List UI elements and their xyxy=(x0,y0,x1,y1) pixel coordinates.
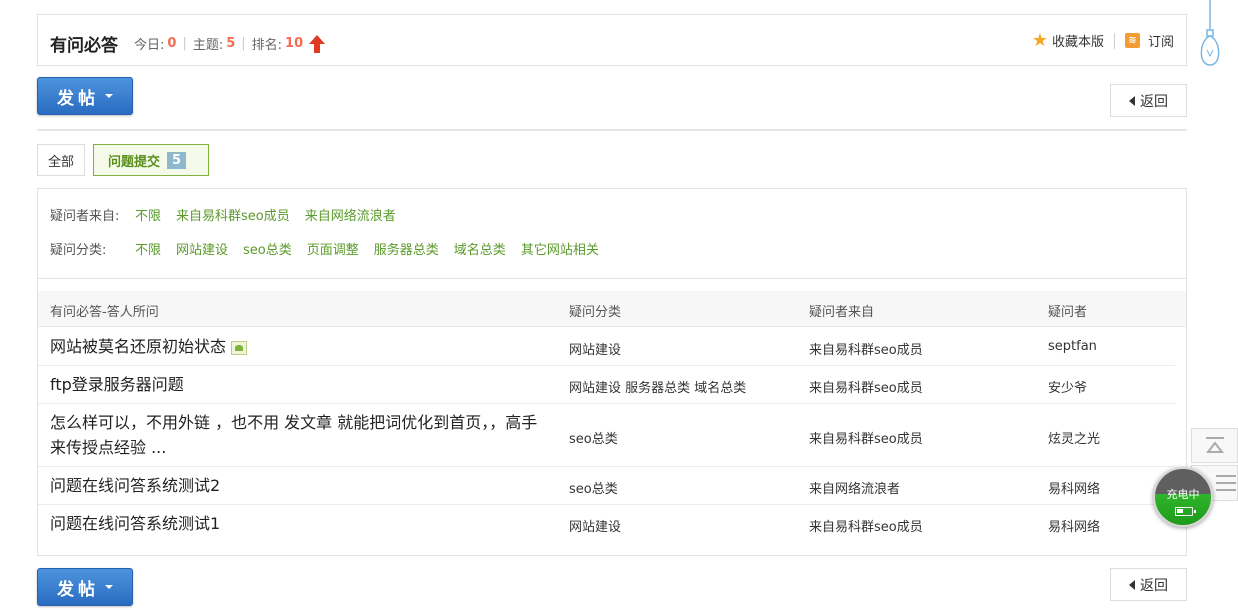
thread-title-link[interactable]: 问题在线问答系统测试1 xyxy=(50,511,220,536)
list-icon xyxy=(1216,475,1236,491)
tab-question-submit[interactable]: 问题提交 5 xyxy=(93,144,209,176)
today-count: 0 xyxy=(167,36,177,51)
thread-author[interactable]: 安少爷 xyxy=(1048,377,1087,396)
new-post-button[interactable]: 发帖 xyxy=(37,77,133,115)
thread-title-link[interactable]: 问题在线问答系统测试2 xyxy=(50,473,220,498)
table-row: 怎么样可以，不用外链 ，也不用 发文章 就能把词优化到首页，，高手来传授点经验 … xyxy=(38,404,1175,467)
header-category: 疑问分类 xyxy=(569,305,622,320)
source-filter-label: 疑问者来自: xyxy=(50,209,120,224)
table-row: 问题在线问答系统测试2 seo总类 来自网络流浪者 易科网络 xyxy=(38,467,1175,505)
topics-label: 主题: xyxy=(192,38,224,53)
new-post-label: 发帖 xyxy=(57,579,99,600)
thread-author[interactable]: 炫灵之光 xyxy=(1048,428,1100,447)
scroll-to-top-button[interactable] xyxy=(1191,428,1238,463)
tab-all-label: 全部 xyxy=(47,154,74,170)
thread-list-panel: 疑问者来自: 不限 来自易科群seo成员 来自网络流浪者 疑问分类: 不限 网站… xyxy=(37,188,1187,556)
category-filter-option[interactable]: 域名总类 xyxy=(454,239,506,258)
category-filter-option[interactable]: 不限 xyxy=(135,239,161,258)
new-post-label: 发帖 xyxy=(57,88,99,109)
actions-divider xyxy=(1113,32,1115,49)
source-filter-option[interactable]: 来自易科群seo成员 xyxy=(176,205,290,224)
tab-qa-count-badge: 5 xyxy=(167,151,187,169)
rss-icon: ≋ xyxy=(1124,33,1140,48)
tab-all[interactable]: 全部 xyxy=(37,144,85,176)
category-filter-option[interactable]: 服务器总类 xyxy=(374,239,439,258)
thread-title-link[interactable]: 怎么样可以，不用外链 ，也不用 发文章 就能把词优化到首页，，高手来传授点经验 … xyxy=(50,410,540,460)
category-filter-label: 疑问分类: xyxy=(50,243,107,258)
image-attachment-icon xyxy=(231,340,248,355)
chevron-down-icon xyxy=(105,585,113,589)
rank-value: 10 xyxy=(285,36,304,51)
back-arrow-icon xyxy=(1129,579,1135,590)
thread-title-link[interactable]: ftp登录服务器问题 xyxy=(50,372,184,397)
stats-divider: | xyxy=(182,36,187,51)
thread-source: 来自网络流浪者 xyxy=(809,482,901,497)
thread-source: 来自易科群seo成员 xyxy=(809,520,923,535)
header-subject: 有问必答-答人所问 xyxy=(50,305,159,320)
topics-count: 5 xyxy=(226,36,236,51)
category-filter-option[interactable]: 其它网站相关 xyxy=(521,239,599,258)
category-filter-row: 疑问分类: 不限 网站建设 seo总类 页面调整 服务器总类 域名总类 其它网站… xyxy=(50,239,614,258)
thread-source: 来自易科群seo成员 xyxy=(809,343,923,358)
table-row: ftp登录服务器问题 网站建设 服务器总类 域名总类 来自易科群seo成员 安少… xyxy=(38,366,1175,404)
back-arrow-icon xyxy=(1129,95,1135,106)
rank-up-arrow-icon xyxy=(309,34,326,53)
back-label: 返回 xyxy=(1140,93,1168,110)
thread-category[interactable]: seo总类 xyxy=(569,428,618,447)
back-label: 返回 xyxy=(1140,577,1168,594)
category-filter-option[interactable]: 页面调整 xyxy=(307,239,359,258)
table-header: 有问必答-答人所问 疑问分类 疑问者来自 疑问者 xyxy=(38,291,1186,327)
source-filter-option[interactable]: 来自网络流浪者 xyxy=(305,205,396,224)
forum-title: 有问必答 xyxy=(50,36,118,56)
subscribe-link[interactable]: 订阅 xyxy=(1148,31,1174,50)
battery-icon xyxy=(1175,507,1196,516)
stats-divider: | xyxy=(241,36,246,51)
today-label: 今日: xyxy=(134,38,165,53)
forum-header: 有问必答 今日: 0 | 主题: 5 | 排名: 10 ★ 收藏本版 ≋ 订阅 xyxy=(37,14,1187,66)
thread-title-text[interactable]: 网站被莫名还原初始状态 xyxy=(50,337,226,356)
category-filter-option[interactable]: 网站建设 xyxy=(176,239,228,258)
table-row: 网站被莫名还原初始状态 网站建设 来自易科群seo成员 septfan xyxy=(38,328,1175,366)
thread-category[interactable]: 网站建设 xyxy=(569,339,621,358)
thread-author[interactable]: 易科网络 xyxy=(1048,516,1100,535)
filter-divider xyxy=(38,278,1186,279)
tab-qa-label: 问题提交 xyxy=(108,154,161,170)
chevron-down-icon xyxy=(105,94,113,98)
charging-label: 充电中 xyxy=(1166,488,1200,501)
thread-category[interactable]: seo总类 xyxy=(569,478,618,497)
new-post-button-bottom[interactable]: 发帖 xyxy=(37,568,133,606)
top-breadcrumb-strip xyxy=(0,0,1238,14)
back-button[interactable]: 返回 xyxy=(1110,84,1187,117)
thread-source: 来自易科群seo成员 xyxy=(809,381,923,396)
category-filter-option[interactable]: seo总类 xyxy=(243,239,292,258)
rank-label: 排名: xyxy=(251,38,283,53)
charging-widget[interactable]: 充电中 xyxy=(1153,467,1213,527)
forum-stats: 今日: 0 | 主题: 5 | 排名: 10 xyxy=(134,34,326,53)
thread-author[interactable]: septfan xyxy=(1048,339,1097,354)
star-icon: ★ xyxy=(1031,29,1048,51)
header-author: 疑问者 xyxy=(1048,305,1088,320)
table-row: 问题在线问答系统测试1 网站建设 来自易科群seo成员 易科网络 xyxy=(38,505,1175,543)
favorite-link[interactable]: 收藏本版 xyxy=(1052,31,1104,50)
back-button-bottom[interactable]: 返回 xyxy=(1110,568,1187,601)
thread-title-link[interactable]: 网站被莫名还原初始状态 xyxy=(50,334,248,359)
source-filter-row: 疑问者来自: 不限 来自易科群seo成员 来自网络流浪者 xyxy=(50,205,411,224)
header-actions: ★ 收藏本版 ≋ 订阅 xyxy=(1032,31,1174,50)
header-source: 疑问者来自 xyxy=(809,305,875,320)
thread-category[interactable]: 网站建设 服务器总类 域名总类 xyxy=(569,377,746,396)
source-filter-option[interactable]: 不限 xyxy=(135,205,161,224)
thread-author[interactable]: 易科网络 xyxy=(1048,478,1100,497)
scroll-top-icon xyxy=(1205,436,1224,453)
section-divider xyxy=(37,129,1187,131)
lightbulb-icon[interactable] xyxy=(1198,0,1222,68)
thread-source: 来自易科群seo成员 xyxy=(809,432,923,447)
thread-category[interactable]: 网站建设 xyxy=(569,516,621,535)
